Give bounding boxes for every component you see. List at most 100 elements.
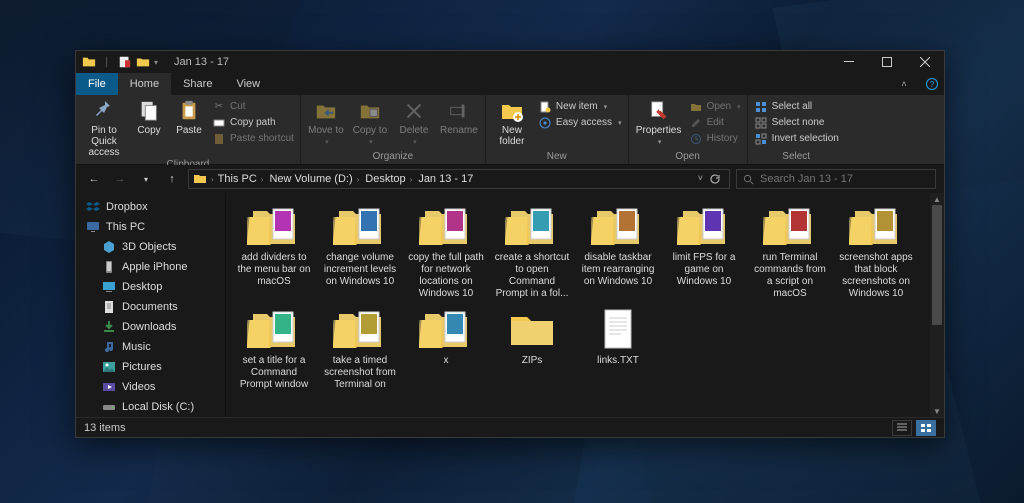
file-item[interactable]: limit FPS for a game on Windows 10 [664,203,744,300]
chevron-down-icon: ▾ [325,138,329,146]
new-item-icon [538,100,552,114]
breadcrumb[interactable]: New Volume (D:)› [267,173,361,185]
maximize-button[interactable] [868,51,906,73]
sidebar-item-this-pc[interactable]: This PC [76,217,225,237]
file-item-label: x [444,355,449,367]
sidebar-item-label: Documents [122,301,178,313]
tab-share[interactable]: Share [171,73,224,95]
file-item[interactable]: copy the full path for network locations… [406,203,486,300]
breadcrumb[interactable]: Desktop› [363,173,414,185]
qat-dropdown-icon[interactable]: ▾ [154,58,158,67]
help-icon[interactable]: ? [920,73,944,95]
file-item[interactable]: add dividers to the menu bar on macOS [234,203,314,300]
qat-new-folder-icon[interactable] [136,55,150,69]
sidebar-item-documents[interactable]: Documents [76,297,225,317]
close-button[interactable] [906,51,944,73]
history-button[interactable]: History [689,131,741,146]
sidebar-item-label: Dropbox [106,201,148,213]
folder-icon [504,306,560,352]
copy-path-button[interactable]: Copy path [212,115,294,130]
file-item[interactable]: change volume increment levels on Window… [320,203,400,300]
pic-icon [102,360,116,374]
open-button[interactable]: Open▾ [689,99,741,114]
new-item-button[interactable]: New item▾ [538,99,622,114]
search-box[interactable] [736,169,936,189]
breadcrumb[interactable]: ›This PC› [209,173,265,185]
qat-properties-icon[interactable] [118,55,132,69]
sidebar-item-dropbox[interactable]: Dropbox [76,197,225,217]
desktop-icon [102,280,116,294]
tab-view[interactable]: View [224,73,272,95]
navigation-pane[interactable]: Dropbox This PC3D ObjectsApple iPhone Desk… [76,193,226,417]
sidebar-item-label: Desktop [122,281,162,293]
explorer-window: ▾ Jan 13 - 17 File Home Share View ˄ ? P… [75,50,945,438]
up-button[interactable]: ↑ [162,169,182,189]
sidebar-item-music[interactable]: Music [76,337,225,357]
select-none-icon [754,116,768,130]
cut-button[interactable]: ✂Cut [212,99,294,114]
download-icon [102,320,116,334]
chevron-down-icon: ▾ [604,103,608,111]
copy-to-button[interactable]: Copy to▾ [351,97,389,146]
folder-icon [332,203,388,249]
easy-access-button[interactable]: Easy access▾ [538,115,622,130]
scroll-up-icon[interactable]: ▲ [930,193,944,205]
sidebar-item-apple-iphone[interactable]: Apple iPhone [76,257,225,277]
file-item[interactable]: ZIPs [492,306,572,391]
folder-icon [82,55,96,69]
ribbon-collapse-icon[interactable]: ˄ [892,73,916,95]
details-view-button[interactable] [892,420,912,436]
folder-icon [762,203,818,249]
title-bar: ▾ Jan 13 - 17 [76,51,944,73]
rename-button[interactable]: Rename [439,97,479,136]
sidebar-item-videos[interactable]: Videos [76,377,225,397]
status-item-count: 13 items [84,422,126,434]
select-all-button[interactable]: Select all [754,99,839,114]
scroll-thumb[interactable] [932,205,942,325]
address-dropdown-icon[interactable]: ˅ [698,173,703,185]
ribbon: Pin to Quick access Copy Paste ✂Cut Copy… [76,95,944,165]
recent-locations-button[interactable]: ▾ [136,169,156,189]
forward-button[interactable]: → [110,169,130,189]
sidebar-item-local-disk-c-[interactable]: Local Disk (C:) [76,397,225,417]
file-item[interactable]: set a title for a Command Prompt window [234,306,314,391]
properties-button[interactable]: Properties▾ [635,97,683,146]
vertical-scrollbar[interactable]: ▲ ▼ [930,193,944,417]
sidebar-item-downloads[interactable]: Downloads [76,317,225,337]
pc-icon [86,220,100,234]
file-item[interactable]: create a shortcut to open Command Prompt… [492,203,572,300]
search-input[interactable] [760,173,929,185]
new-folder-button[interactable]: New folder [492,97,532,147]
minimize-button[interactable] [830,51,868,73]
tab-file[interactable]: File [76,73,118,95]
paste-shortcut-button[interactable]: Paste shortcut [212,131,294,146]
invert-selection-button[interactable]: Invert selection [754,131,839,146]
refresh-icon[interactable] [709,173,721,185]
tab-home[interactable]: Home [118,73,171,95]
sidebar-item-3d-objects[interactable]: 3D Objects [76,237,225,257]
file-item[interactable]: run Terminal commands from a script on m… [750,203,830,300]
content-pane[interactable]: add dividers to the menu bar on macOScha… [226,193,944,417]
edit-button[interactable]: Edit [689,115,741,130]
address-bar[interactable]: ›This PC› New Volume (D:)› Desktop› Jan … [188,169,730,189]
paste-button[interactable]: Paste [172,97,206,136]
delete-button[interactable]: Delete▾ [395,97,433,146]
scroll-down-icon[interactable]: ▼ [930,405,944,417]
select-all-icon [754,100,768,114]
file-item[interactable]: links.TXT [578,306,658,391]
ribbon-group-open: Properties▾ Open▾ Edit History Open [629,95,748,164]
new-folder-icon [500,99,524,123]
sidebar-item-desktop[interactable]: Desktop [76,277,225,297]
pin-to-quick-access-button[interactable]: Pin to Quick access [82,97,126,158]
move-to-button[interactable]: Move to▾ [307,97,345,146]
file-item[interactable]: screenshot apps that block screenshots o… [836,203,916,300]
file-item[interactable]: take a timed screenshot from Terminal on [320,306,400,391]
large-icons-view-button[interactable] [916,420,936,436]
copy-button[interactable]: Copy [132,97,166,136]
file-item[interactable]: x [406,306,486,391]
back-button[interactable]: ← [84,169,104,189]
select-none-button[interactable]: Select none [754,115,839,130]
breadcrumb[interactable]: Jan 13 - 17 [416,173,475,185]
file-item[interactable]: disable taskbar item rearranging on Wind… [578,203,658,300]
sidebar-item-pictures[interactable]: Pictures [76,357,225,377]
